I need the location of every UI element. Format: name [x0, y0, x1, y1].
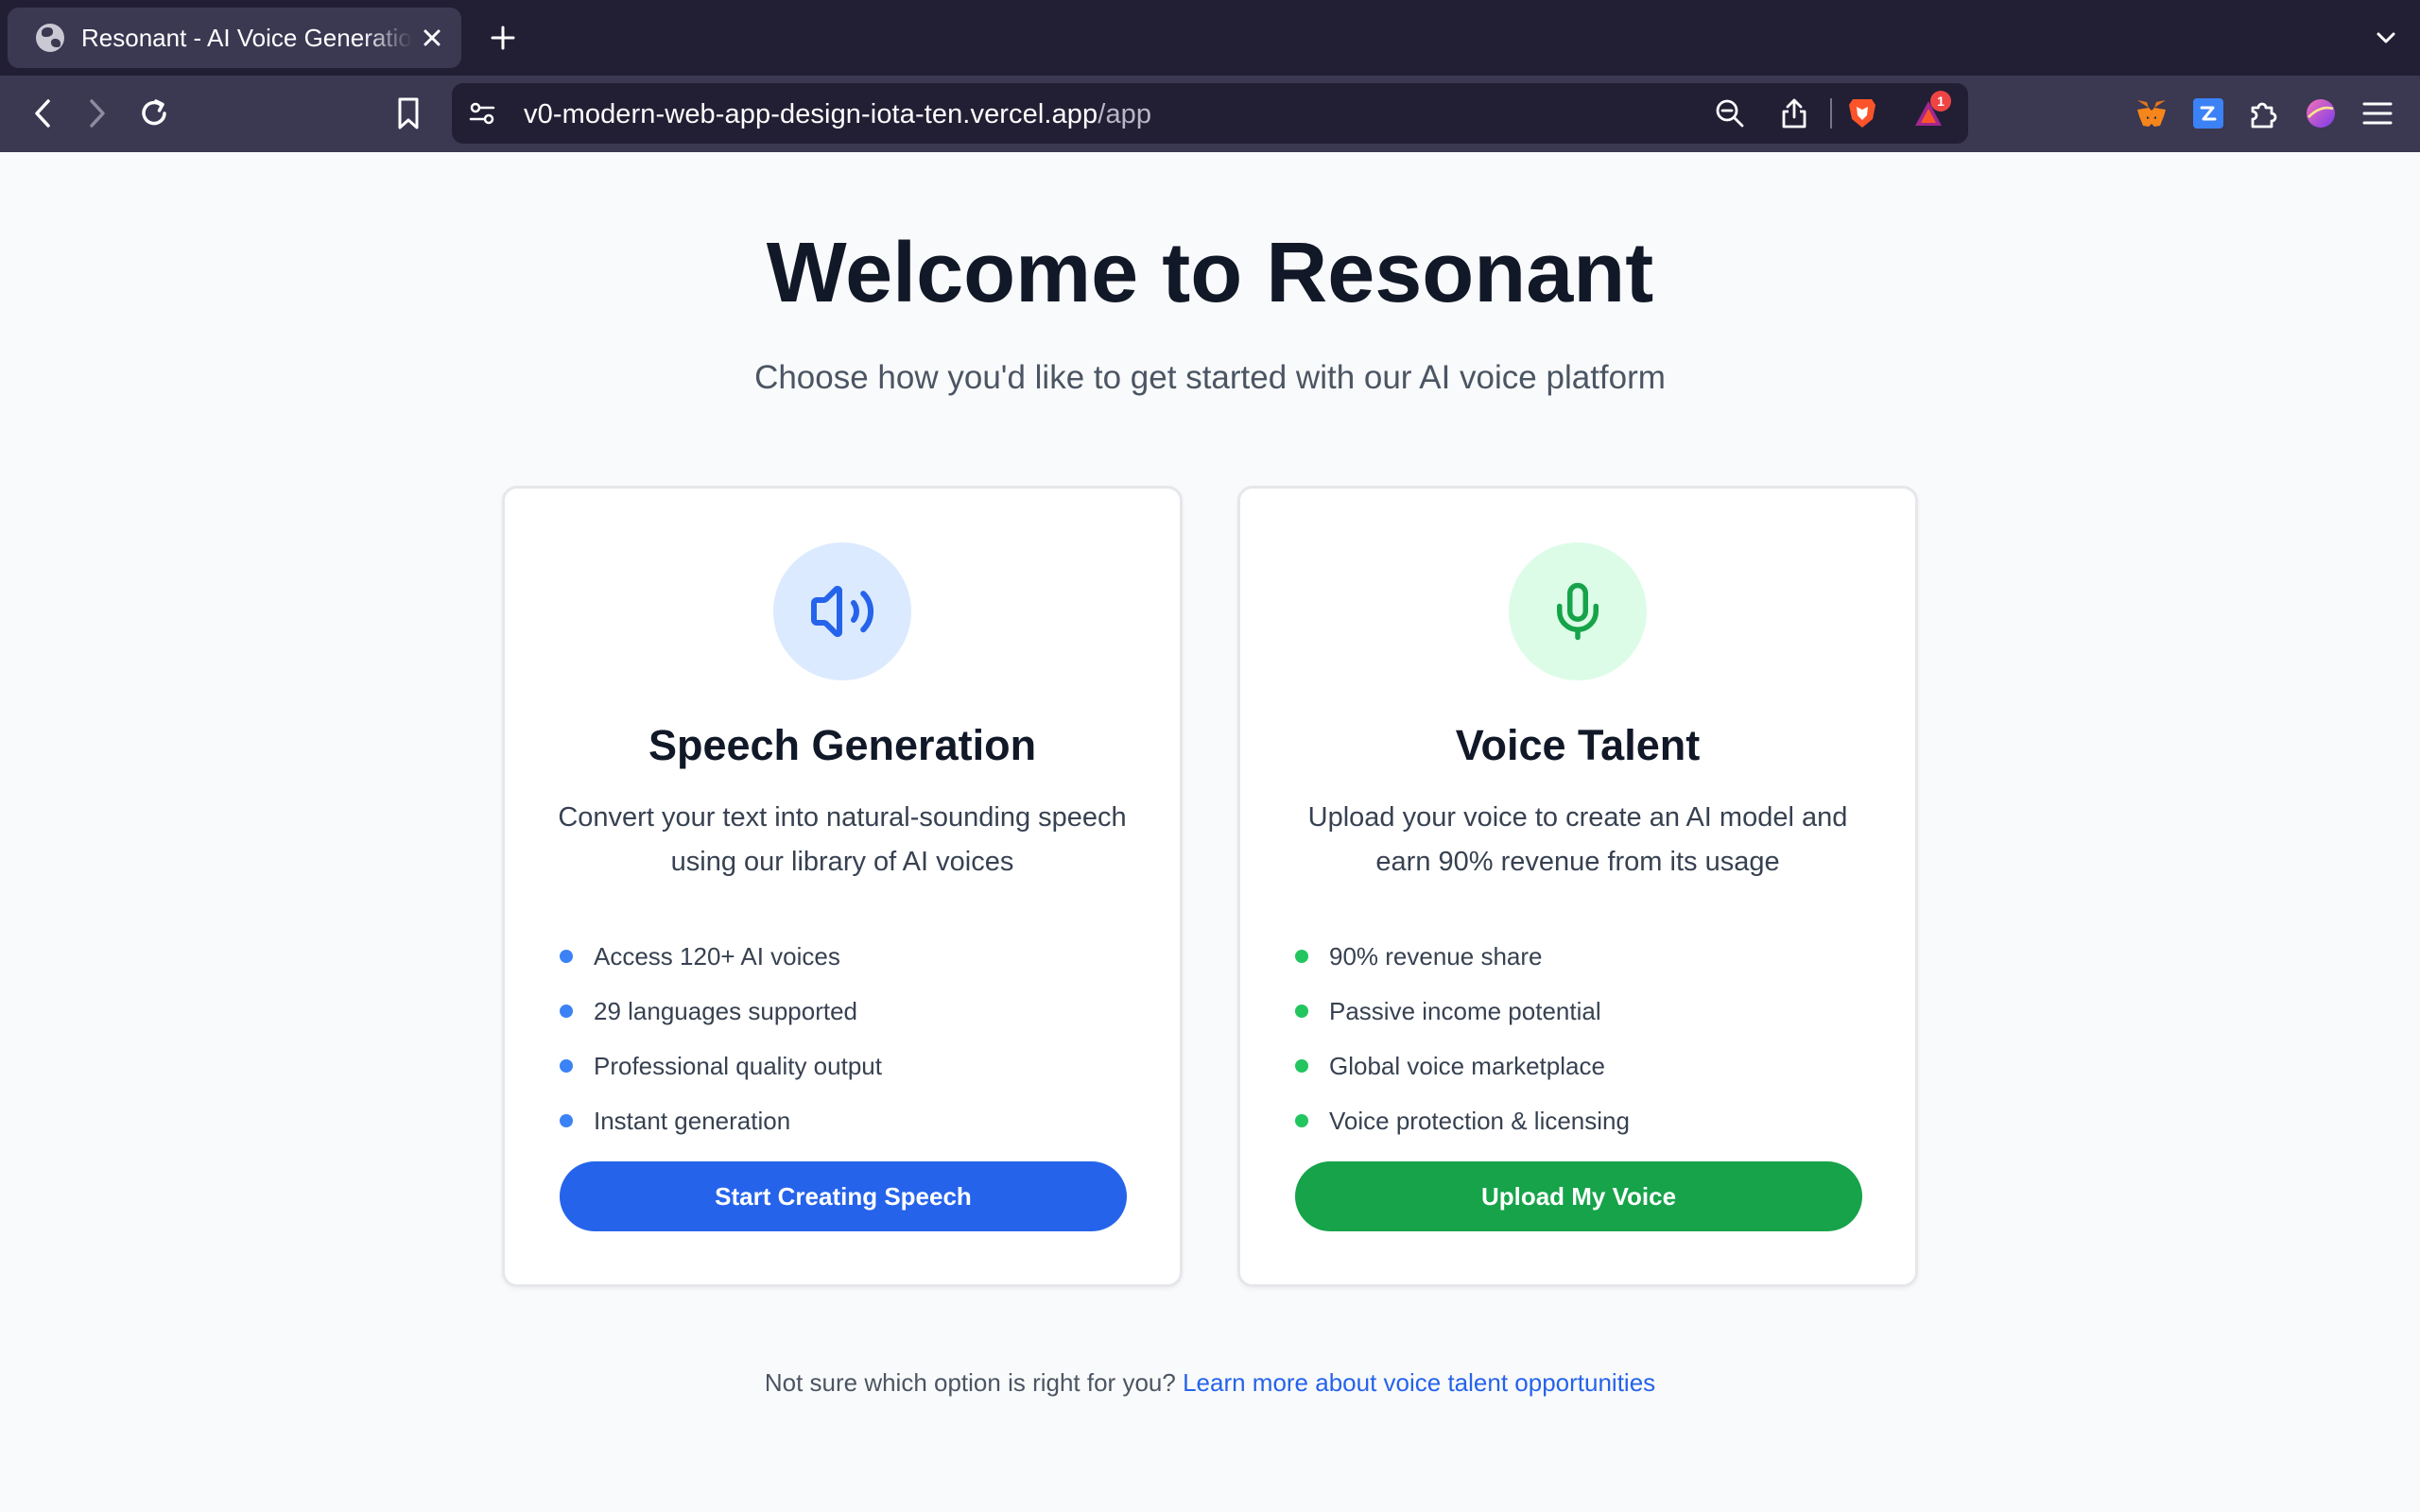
browser-tab-bar: Resonant - AI Voice Generation	[0, 0, 2420, 76]
feature-text: 90% revenue share	[1329, 941, 1543, 971]
microphone-icon-circle	[1509, 542, 1647, 680]
card-description: Upload your voice to create an AI model …	[1307, 802, 1848, 877]
footer-help-text: Not sure which option is right for you? …	[0, 1368, 2420, 1398]
url-path: /app	[1098, 99, 1152, 129]
site-settings-icon[interactable]	[465, 96, 499, 130]
bullet-dot	[560, 950, 573, 963]
address-bar[interactable]: v0-modern-web-app-design-iota-ten.vercel…	[452, 83, 1968, 144]
speaker-icon-circle	[773, 542, 911, 680]
footer-prompt: Not sure which option is right for you?	[764, 1368, 1176, 1397]
feature-item: Professional quality output	[560, 1039, 882, 1093]
extensions-icon[interactable]	[2245, 94, 2283, 132]
brave-rewards-icon[interactable]: 1	[1911, 91, 1951, 130]
bullet-dot	[1295, 1059, 1308, 1073]
back-icon[interactable]	[24, 94, 61, 132]
voice-talent-card: Voice Talent Upload your voice to create…	[1237, 486, 1918, 1287]
feature-text: Voice protection & licensing	[1329, 1106, 1630, 1135]
feature-text: Access 120+ AI voices	[594, 941, 840, 971]
url-domain: v0-modern-web-app-design-iota-ten.vercel…	[524, 99, 1098, 129]
new-tab-icon[interactable]	[486, 21, 520, 55]
metamask-icon[interactable]	[2133, 94, 2170, 132]
bullet-dot	[560, 1114, 573, 1127]
feature-text: Professional quality output	[594, 1051, 882, 1080]
feature-item: 29 languages supported	[560, 984, 882, 1039]
extension-blue-icon[interactable]	[2189, 94, 2227, 132]
tab-title: Resonant - AI Voice Generation	[81, 23, 412, 52]
url-text[interactable]: v0-modern-web-app-design-iota-ten.vercel…	[524, 99, 1151, 130]
page-title: Welcome to Resonant	[766, 226, 1654, 320]
microphone-icon	[1557, 582, 1599, 641]
feature-text: Global voice marketplace	[1329, 1051, 1605, 1080]
feature-item: 90% revenue share	[1295, 929, 1630, 984]
card-title: Voice Talent	[1455, 721, 1701, 769]
card-description: Convert your text into natural-sounding …	[558, 802, 1127, 877]
chevron-down-icon[interactable]	[2371, 23, 2401, 53]
bullet-dot	[560, 1059, 573, 1073]
brave-shields-icon[interactable]	[1845, 96, 1879, 130]
zoom-out-icon[interactable]	[1713, 96, 1747, 130]
bookmark-icon[interactable]	[389, 94, 427, 132]
close-tab-icon[interactable]	[418, 24, 446, 52]
menu-icon[interactable]	[2359, 94, 2396, 132]
feature-list: Access 120+ AI voices 29 languages suppo…	[560, 929, 882, 1148]
feature-text: Passive income potential	[1329, 996, 1601, 1025]
feature-item: Access 120+ AI voices	[560, 929, 882, 984]
bullet-dot	[1295, 1005, 1308, 1018]
page-subtitle: Choose how you'd like to get started wit…	[754, 359, 1666, 396]
profile-icon[interactable]	[2302, 94, 2340, 132]
share-icon[interactable]	[1777, 96, 1811, 130]
speaker-icon	[811, 586, 874, 637]
feature-item: Voice protection & licensing	[1295, 1093, 1630, 1148]
speech-generation-card: Speech Generation Convert your text into…	[502, 486, 1183, 1287]
start-creating-speech-button[interactable]: Start Creating Speech	[560, 1161, 1127, 1231]
feature-item: Global voice marketplace	[1295, 1039, 1630, 1093]
card-title: Speech Generation	[648, 721, 1037, 769]
upload-my-voice-button[interactable]: Upload My Voice	[1295, 1161, 1862, 1231]
bullet-dot	[1295, 1114, 1308, 1127]
reload-icon[interactable]	[135, 94, 173, 132]
globe-icon	[36, 24, 64, 52]
browser-toolbar: v0-modern-web-app-design-iota-ten.vercel…	[0, 76, 2420, 152]
bullet-dot	[1295, 950, 1308, 963]
toolbar-separator	[1830, 98, 1832, 129]
feature-item: Instant generation	[560, 1093, 882, 1148]
forward-icon[interactable]	[78, 94, 116, 132]
feature-text: 29 languages supported	[594, 996, 858, 1025]
learn-more-link[interactable]: Learn more about voice talent opportunit…	[1183, 1368, 1655, 1397]
feature-item: Passive income potential	[1295, 984, 1630, 1039]
feature-list: 90% revenue share Passive income potenti…	[1295, 929, 1630, 1148]
feature-text: Instant generation	[594, 1106, 791, 1135]
notification-badge: 1	[1930, 91, 1951, 112]
browser-tab[interactable]: Resonant - AI Voice Generation	[8, 8, 461, 68]
bullet-dot	[560, 1005, 573, 1018]
